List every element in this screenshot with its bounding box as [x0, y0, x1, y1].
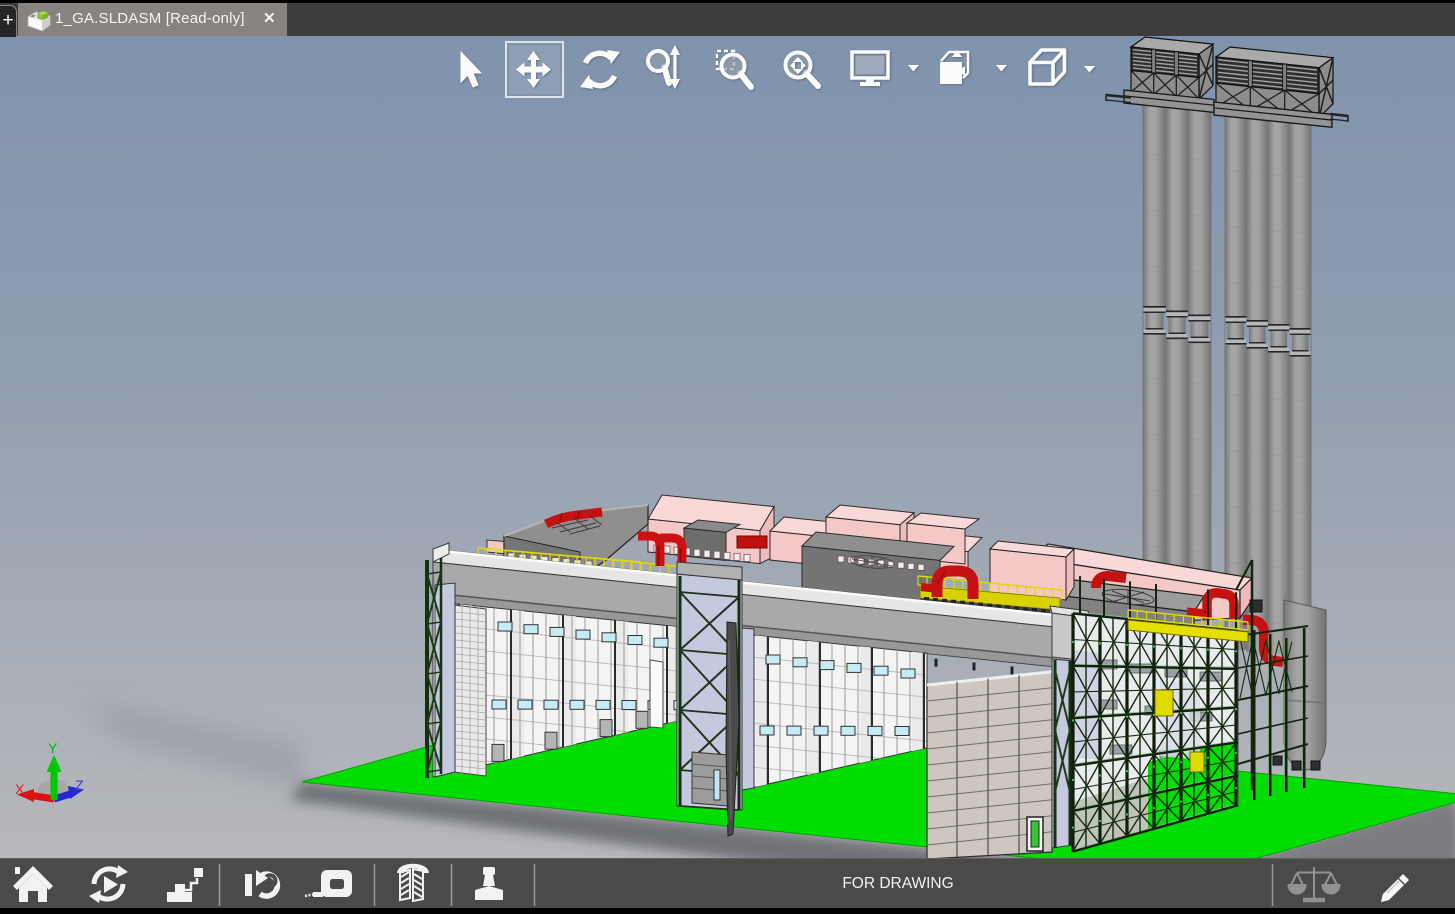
- svg-text:Y: Y: [48, 740, 58, 756]
- svg-text:X: X: [15, 781, 25, 797]
- svg-text:Z: Z: [75, 777, 84, 793]
